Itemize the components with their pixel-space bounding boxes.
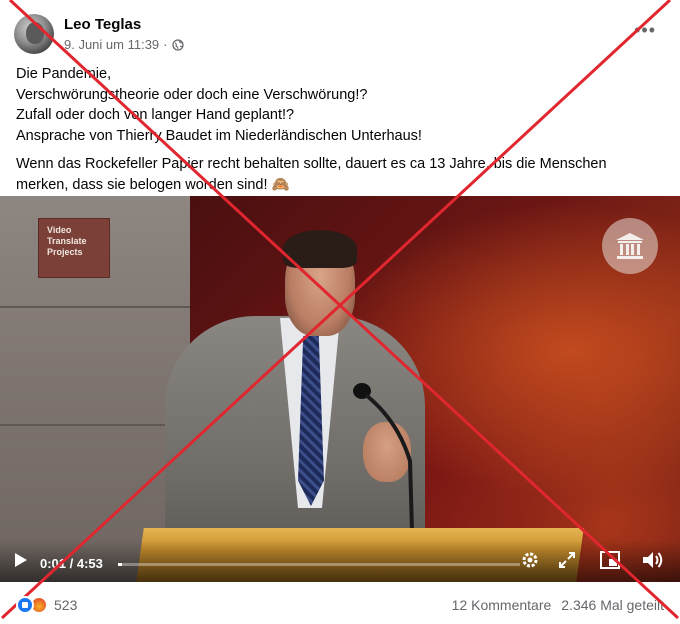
time-label: 0:01 / 4:53	[40, 556, 103, 571]
progress-bar[interactable]	[118, 563, 520, 566]
post-paragraph-1: Die Pandemie, Verschwörungstheorie oder …	[16, 64, 656, 146]
post-timestamp[interactable]: 9. Juni um 11:39	[64, 37, 159, 52]
sign-line: Translate	[47, 236, 87, 246]
author-avatar[interactable]	[14, 14, 54, 54]
reaction-count: 523	[54, 597, 78, 613]
engagement-stats: 12 Kommentare 2.346 Mal geteilt	[452, 597, 664, 613]
post-text-line: Wenn das Rockefeller Papier recht behalt…	[16, 156, 607, 172]
post-text-line: Ansprache von Thierry Baudet im Niederlä…	[16, 127, 422, 144]
post-meta: 9. Juni um 11:39 ·	[64, 37, 184, 52]
video-controls: 0:01 / 4:53	[0, 540, 680, 582]
post-text-line: Zufall oder doch von langer Hand geplant…	[16, 107, 295, 123]
picture-in-picture-icon[interactable]	[600, 551, 620, 569]
facebook-post: Leo Teglas 9. Juni um 11:39 · ••• Die Pa…	[0, 0, 680, 624]
post-text: Die Pandemie, Verschwörungstheorie oder …	[16, 64, 656, 195]
like-reaction-icon	[16, 596, 34, 614]
microphone	[353, 383, 414, 531]
globe-icon	[171, 38, 184, 51]
sign-line: Video	[47, 225, 72, 235]
parliament-logo	[602, 218, 658, 274]
post-paragraph-2: Wenn das Rockefeller Papier recht behalt…	[16, 154, 656, 195]
author-name[interactable]: Leo Teglas	[64, 16, 141, 33]
shares-count[interactable]: 2.346 Mal geteilt	[561, 597, 664, 613]
post-header: Leo Teglas 9. Juni um 11:39 · •••	[14, 14, 666, 58]
comments-count[interactable]: 12 Kommentare	[452, 597, 552, 613]
more-options-button[interactable]: •••	[634, 20, 656, 41]
wall-sign: Video Translate Projects	[38, 218, 110, 278]
settings-icon[interactable]	[520, 550, 540, 570]
meta-separator: ·	[163, 37, 168, 52]
post-text-line: Verschwörungstheorie oder doch eine Vers…	[16, 86, 368, 103]
volume-icon[interactable]	[642, 550, 664, 570]
fullscreen-expand-icon[interactable]	[558, 551, 576, 569]
building-icon	[616, 233, 644, 259]
sign-line: Projects	[47, 247, 83, 257]
post-text-line: Die Pandemie,	[16, 66, 112, 82]
play-icon[interactable]	[14, 552, 28, 568]
progress-fill	[118, 563, 123, 566]
post-footer: 523 12 Kommentare 2.346 Mal geteilt	[0, 588, 680, 624]
post-text-line: merken, dass sie belogen worden sind! 🙈	[16, 176, 290, 193]
reactions-summary[interactable]: 523	[16, 596, 77, 614]
video-player[interactable]: Video Translate Projects 0:01 / 4:53	[0, 196, 680, 582]
